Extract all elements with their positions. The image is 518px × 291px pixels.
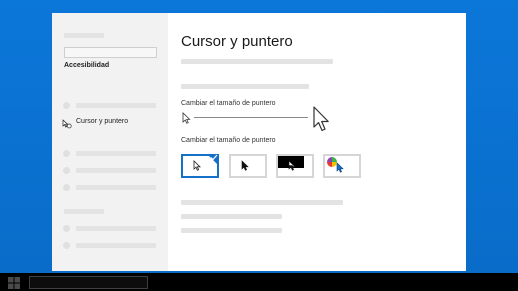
inverted-pointer-icon — [288, 160, 296, 171]
nav-item-icon — [63, 150, 70, 157]
nav-item-placeholder[interactable] — [76, 243, 156, 248]
black-pointer-icon — [241, 160, 249, 171]
nav-item-placeholder[interactable] — [76, 151, 156, 156]
nav-item-icon — [63, 225, 70, 232]
taskbar-search-box[interactable] — [29, 276, 148, 289]
sidebar-placeholder — [64, 209, 104, 214]
sidebar-placeholder — [64, 33, 104, 38]
sidebar-item-label: Cursor y puntero — [76, 117, 129, 125]
nav-item-icon — [63, 102, 70, 109]
search-input[interactable] — [64, 47, 157, 58]
description-placeholder — [181, 59, 333, 64]
main-content: Cursor y puntero Cambiar el tamaño de pu… — [168, 13, 466, 271]
selected-check-badge — [207, 154, 219, 166]
pointer-size-slider[interactable] — [194, 117, 308, 118]
small-pointer-icon — [182, 112, 191, 124]
pointer-size-label: Cambiar el tamaño de puntero — [181, 100, 276, 107]
pointer-style-white-option[interactable] — [181, 154, 219, 178]
nav-item-placeholder[interactable] — [76, 185, 156, 190]
nav-item-icon — [63, 167, 70, 174]
nav-item-placeholder[interactable] — [76, 168, 156, 173]
windows-start-icon[interactable] — [8, 277, 20, 289]
content-placeholder — [181, 200, 343, 205]
sidebar-item-cursor-y-puntero[interactable]: Cursor y puntero — [62, 116, 129, 129]
pointer-style-custom-color-option[interactable] — [323, 154, 361, 178]
large-pointer-icon[interactable] — [312, 106, 332, 132]
nav-item-placeholder[interactable] — [76, 103, 156, 108]
page-title: Cursor y puntero — [181, 33, 293, 50]
nav-item-icon — [63, 184, 70, 191]
pointer-style-label: Cambiar el tamaño de puntero — [181, 137, 276, 144]
sidebar: Accesibilidad Cursor y puntero — [52, 13, 168, 271]
nav-item-placeholder[interactable] — [76, 226, 156, 231]
blue-pointer-icon — [336, 162, 344, 173]
white-pointer-icon — [193, 160, 201, 171]
cursor-hand-icon — [62, 116, 72, 129]
nav-item-icon — [63, 242, 70, 249]
content-placeholder — [181, 214, 282, 219]
sidebar-section-title: Accesibilidad — [64, 62, 110, 69]
content-placeholder — [181, 228, 282, 233]
pointer-style-black-option[interactable] — [229, 154, 267, 178]
description-placeholder — [181, 84, 309, 89]
settings-window: Accesibilidad Cursor y puntero Cursor y … — [52, 13, 466, 271]
check-icon — [210, 154, 218, 161]
pointer-style-inverted-option[interactable] — [276, 154, 314, 178]
